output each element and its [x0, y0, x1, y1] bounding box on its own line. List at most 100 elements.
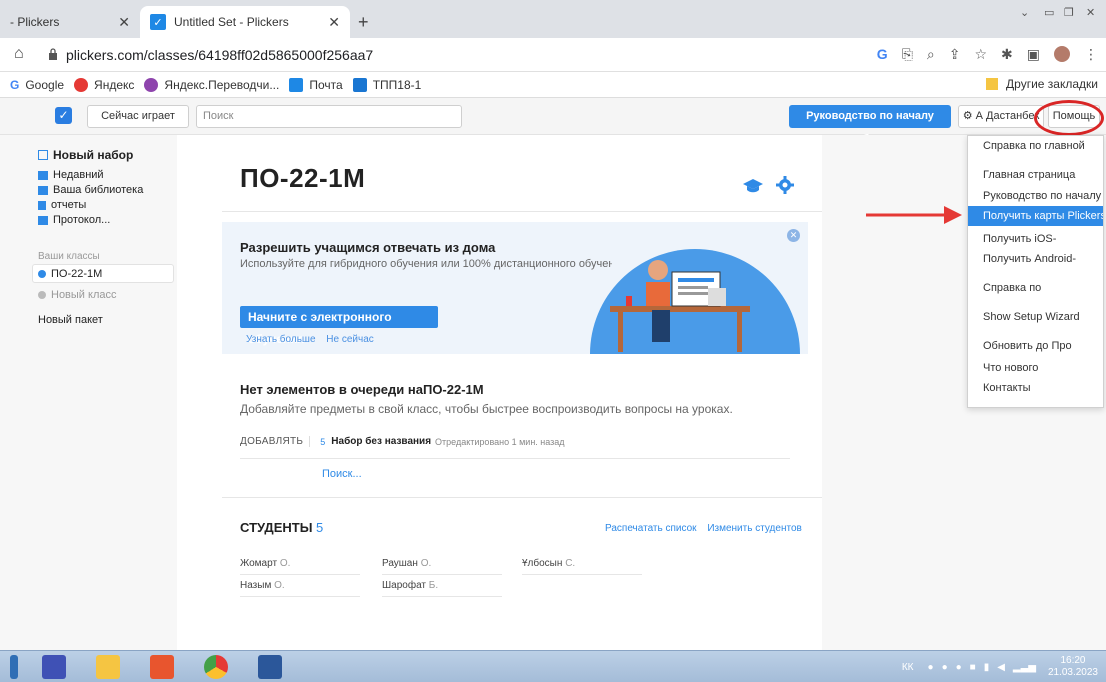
add-label: ДОБАВЛЯТЬ [240, 436, 311, 447]
sidebar-new-class[interactable]: Новый класс [38, 289, 116, 301]
close-window-icon[interactable]: ✕ [1086, 6, 1095, 19]
sidebar-recent[interactable]: Недавний [38, 169, 104, 181]
start-elearning-button[interactable]: Начните с электронного обучения [240, 306, 438, 346]
power-icon[interactable]: ▮ [984, 662, 990, 673]
menu-item-setup-wizard[interactable]: Show Setup Wizard [968, 307, 1103, 327]
menu-item-whats-new[interactable]: Что нового [968, 358, 1103, 378]
edit-students-link[interactable]: Изменить студентов [707, 523, 802, 534]
menu-item-help-about[interactable]: Справка по [968, 278, 1103, 298]
bookmark-yandex-translate[interactable]: Яндекс.Переводчи... [144, 77, 279, 92]
zoom-icon[interactable]: ⌕ [927, 46, 935, 63]
security-tray-icon[interactable]: ■ [970, 662, 976, 673]
set-name[interactable]: Набор без названия [331, 436, 431, 447]
chevron-down-icon[interactable]: ⌄ [1020, 6, 1029, 19]
bookmark-tpp[interactable]: ТПП18-1 [352, 77, 421, 92]
now-playing-button[interactable]: Сейчас играет [87, 105, 189, 128]
search-input[interactable]: Поиск [196, 105, 462, 128]
file-explorer-icon[interactable] [96, 655, 120, 679]
menu-item-contacts[interactable]: Контакты [968, 378, 1103, 398]
menu-item-home-help[interactable]: Справка по главной [968, 136, 1103, 156]
sidebar-library[interactable]: Ваша библиотека [38, 184, 143, 196]
address-bar: ⌂ plickers.com/classes/64198ff02d5865000… [0, 38, 1106, 72]
new-tab-icon[interactable]: + [358, 12, 369, 33]
tab-label: - Plickers [10, 15, 60, 29]
folder-icon [38, 185, 48, 195]
menu-item-upgrade[interactable]: Обновить до Про [968, 336, 1103, 356]
translate-icon[interactable]: ⎘ [902, 46, 913, 63]
menu-item-get-ios[interactable]: Получить iOS- [968, 229, 1103, 249]
add-set-row: ДОБАВЛЯТЬ 5 Набор без названия Отредакти… [240, 436, 565, 447]
sidepanel-icon[interactable]: ▣ [1027, 46, 1040, 63]
share-icon[interactable]: ⇪ [949, 46, 961, 63]
home-icon[interactable]: ⌂ [14, 45, 24, 63]
student-item[interactable]: Шарофат Б. [382, 580, 438, 591]
sidebar [0, 135, 177, 650]
volume-icon[interactable]: ◀ [997, 662, 1005, 673]
plickers-logo-icon[interactable]: ✓ [55, 107, 72, 124]
menu-item-get-cards[interactable]: Получить карты Plickers [968, 206, 1103, 226]
sidebar-new-set[interactable]: Новый набор [38, 148, 133, 162]
bluetooth-icon[interactable]: ● [942, 662, 948, 673]
learn-more-link[interactable]: Узнать больше [246, 334, 316, 345]
maximize-icon[interactable]: ❐ [1064, 6, 1074, 19]
student-item[interactable]: Ұлбосын С. [522, 558, 575, 569]
close-tab-icon[interactable]: ✕ [118, 14, 130, 31]
profile-avatar-icon[interactable] [1054, 46, 1070, 62]
remote-learning-illustration [590, 249, 800, 354]
student-item[interactable]: Назым О. [240, 580, 285, 591]
network-tray-icon[interactable]: ● [956, 662, 962, 673]
media-icon[interactable] [150, 655, 174, 679]
other-bookmarks[interactable]: Другие закладки [986, 77, 1098, 91]
gear-icon: ⚙ [962, 110, 976, 122]
tab-untitled-set[interactable]: ✓ Untitled Set - Plickers ✕ [140, 6, 350, 38]
yandex-tray-icon[interactable]: ● [928, 662, 934, 673]
url-field[interactable]: plickers.com/classes/64198ff02d5865000f2… [66, 47, 373, 63]
star-icon[interactable]: ☆ [974, 46, 987, 63]
app-icon[interactable] [42, 655, 66, 679]
graduation-cap-icon[interactable] [742, 178, 764, 194]
menu-item-home-page[interactable]: Главная страница [968, 165, 1103, 185]
word-icon[interactable] [258, 655, 282, 679]
sidebar-new-pack[interactable]: Новый пакет [38, 314, 103, 326]
settings-gear-icon[interactable] [776, 176, 794, 194]
menu-item-get-android[interactable]: Получить Android- [968, 249, 1103, 269]
student-divider [522, 574, 642, 575]
tab-label: Untitled Set - Plickers [174, 15, 289, 29]
menu-item-getting-started[interactable]: Руководство по началу [968, 186, 1103, 206]
user-account-button[interactable]: ⚙ А Дастанбек [958, 105, 1044, 128]
promo-subtitle: Используйте для гибридного обучения или … [240, 258, 612, 270]
annotation-arrow [866, 206, 962, 224]
sidebar-reports[interactable]: отчеты [38, 199, 86, 211]
student-divider [240, 574, 360, 575]
sidebar-protocol[interactable]: Протокол... [38, 214, 110, 226]
set-meta: Отредактировано 1 мин. назад [435, 436, 565, 447]
chrome-icon[interactable] [204, 655, 228, 679]
extensions-icon[interactable]: ✱ [1001, 46, 1013, 63]
system-clock[interactable]: 16:20 21.03.2023 [1048, 655, 1098, 679]
getting-started-guide-button[interactable]: Руководство по началу работы [789, 105, 951, 145]
student-item[interactable]: Жомарт О. [240, 558, 290, 569]
bookmarks-bar: G Google Яндекс Яндекс.Переводчи... Почта… [0, 72, 1106, 98]
students-count: 5 [316, 520, 324, 535]
more-menu-icon[interactable]: ⋮ [1084, 46, 1098, 63]
system-tray: КК ● ● ● ■ ▮ ◀ ▂▃▅ [902, 651, 1036, 682]
bookmark-google[interactable]: G Google [10, 78, 64, 92]
language-indicator[interactable]: КК [902, 662, 914, 673]
google-icon[interactable]: G [877, 46, 888, 63]
sidebar-class-po221m[interactable]: ПО-22-1М [38, 268, 102, 280]
start-icon[interactable] [10, 655, 18, 679]
browser-tab-bar: - Plickers ✕ ✓ Untitled Set - Plickers ✕… [0, 0, 1106, 38]
class-dot-icon [38, 270, 46, 278]
close-tab-icon[interactable]: ✕ [328, 14, 340, 31]
signal-icon[interactable]: ▂▃▅ [1013, 662, 1036, 673]
bookmark-yandex[interactable]: Яндекс [74, 77, 134, 92]
close-promo-icon[interactable]: ✕ [787, 229, 800, 242]
students-title: СТУДЕНТЫ 5 [240, 520, 324, 535]
minimize-icon[interactable]: ▭ [1044, 6, 1054, 19]
not-now-link[interactable]: Не сейчас [326, 334, 373, 345]
student-item[interactable]: Раушан О. [382, 558, 431, 569]
tab-plickers[interactable]: - Plickers ✕ [0, 6, 140, 38]
bookmark-mail[interactable]: Почта [289, 77, 343, 92]
search-sets-link[interactable]: Поиск... [322, 468, 362, 480]
print-list-link[interactable]: Распечатать список [605, 523, 697, 534]
